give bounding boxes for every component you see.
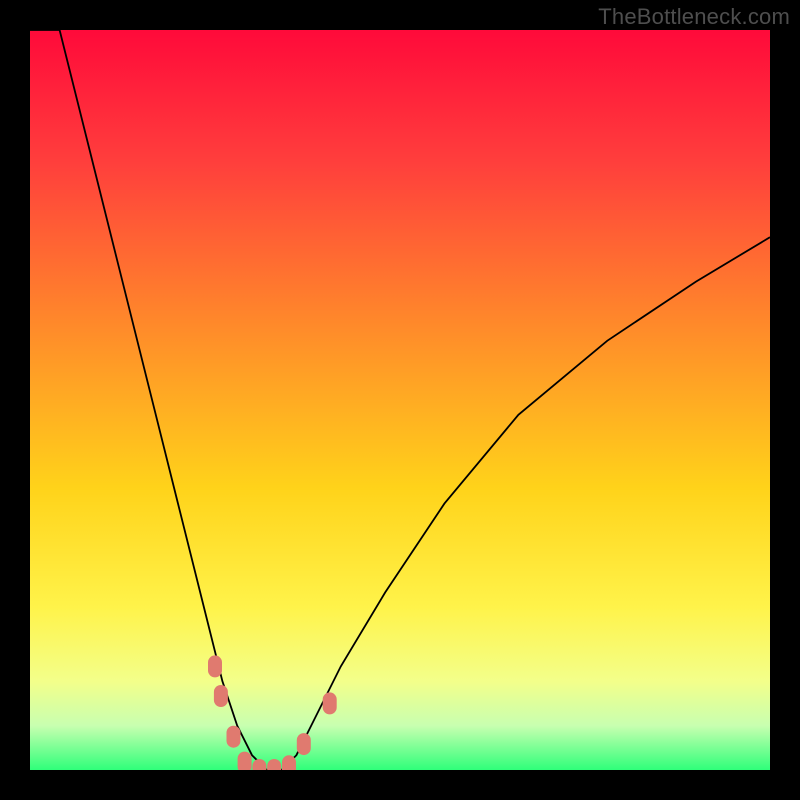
watermark-text: TheBottleneck.com <box>598 4 790 30</box>
bottleneck-chart-svg <box>30 30 770 770</box>
sweet-spot-marker <box>214 685 228 707</box>
sweet-spot-marker <box>208 655 222 677</box>
gradient-background <box>30 30 770 770</box>
sweet-spot-marker <box>323 692 337 714</box>
sweet-spot-marker <box>282 755 296 770</box>
chart-frame: TheBottleneck.com <box>0 0 800 800</box>
sweet-spot-marker <box>238 752 252 770</box>
sweet-spot-marker <box>297 733 311 755</box>
sweet-spot-marker <box>227 726 241 748</box>
chart-plot-area <box>30 30 770 770</box>
